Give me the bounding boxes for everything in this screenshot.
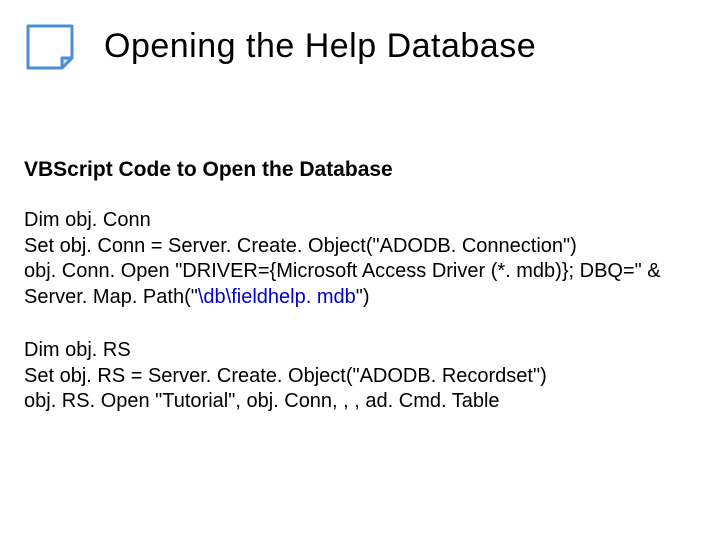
code-line: obj. Conn. Open "DRIVER={Microsoft Acces… [24,259,696,310]
code-line: Dim obj. RS [24,338,696,364]
section-heading: VBScript Code to Open the Database [24,158,393,182]
code-block-rs: Dim obj. RS Set obj. RS = Server. Create… [24,338,696,415]
code-line: obj. RS. Open "Tutorial", obj. Conn, , ,… [24,389,696,415]
code-path-literal: \db\fieldhelp. mdb [198,286,356,308]
code-line: Set obj. Conn = Server. Create. Object("… [24,234,696,260]
code-text: ") [356,286,370,308]
code-line: Dim obj. Conn [24,208,696,234]
code-line: Set obj. RS = Server. Create. Object("AD… [24,364,696,390]
slide-header: Opening the Help Database [0,18,720,74]
note-icon [18,18,82,74]
slide: Opening the Help Database VBScript Code … [0,0,720,540]
slide-title: Opening the Help Database [104,27,536,66]
code-block-conn: Dim obj. Conn Set obj. Conn = Server. Cr… [24,208,696,310]
